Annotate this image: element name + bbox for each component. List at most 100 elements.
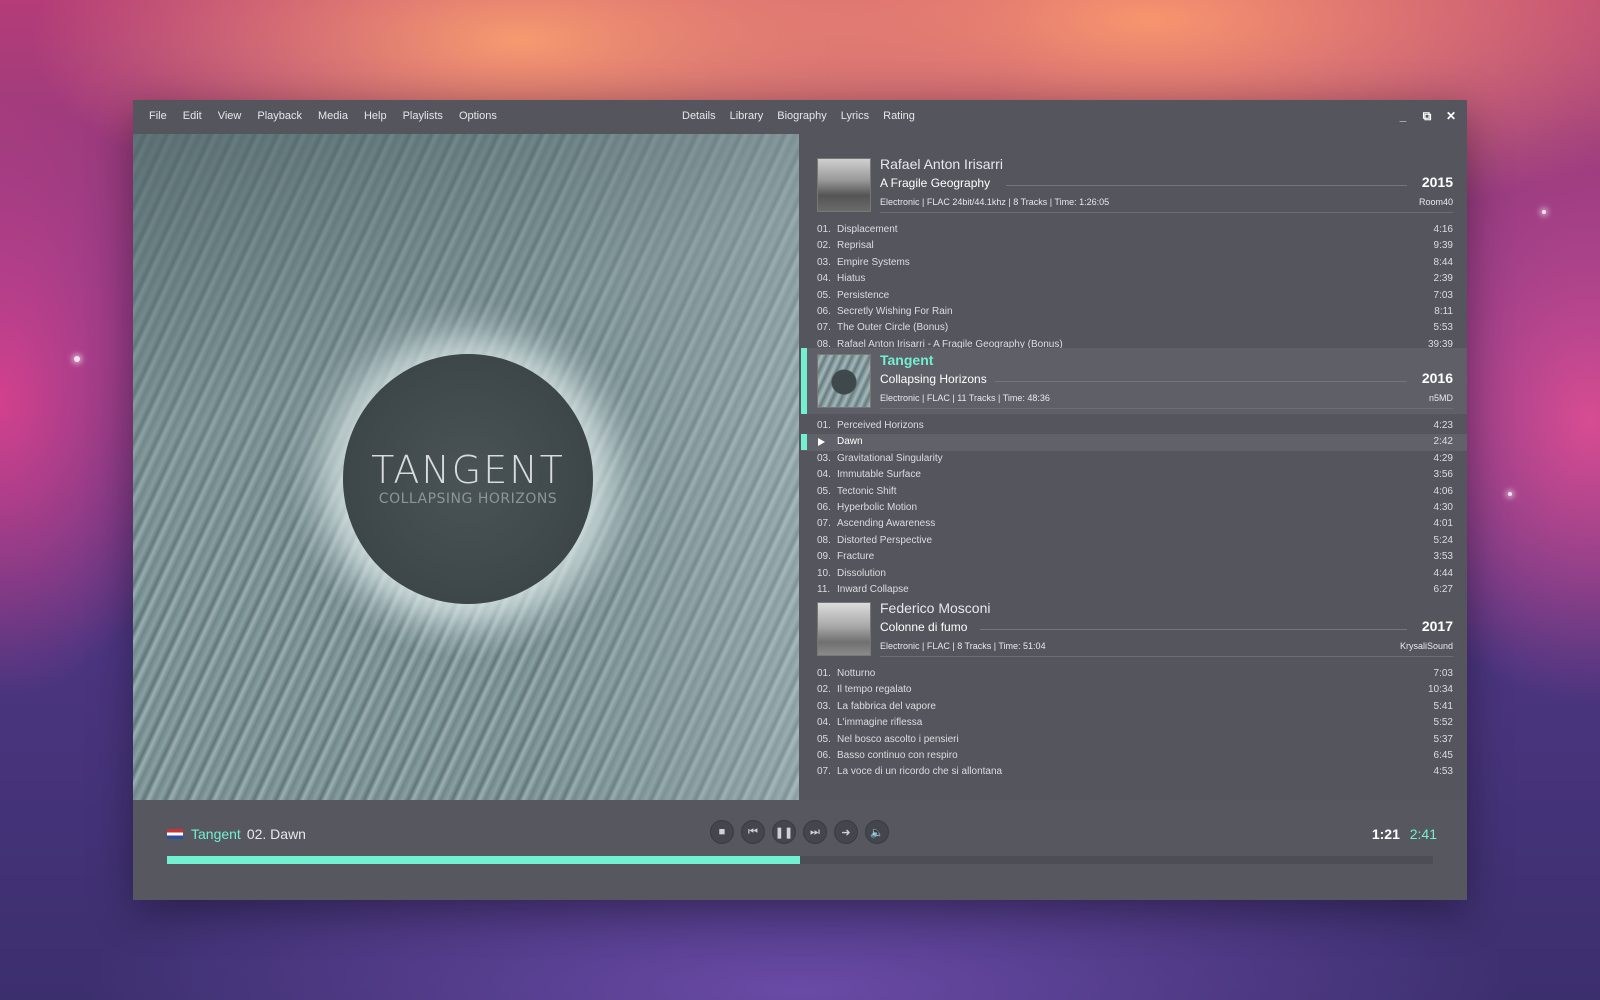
flag-icon [167,829,183,839]
menu-playback[interactable]: Playback [257,110,302,122]
volume-icon: 🔈 [870,826,884,839]
menu-options[interactable]: Options [459,110,497,122]
now-playing-track: 02. Dawn [246,826,306,842]
tab-library[interactable]: Library [730,110,764,122]
tab-biography[interactable]: Biography [777,110,827,122]
album-art: TANGENT COLLAPSING HORIZONS [133,134,799,800]
album-label: KrysaliSound [1399,641,1453,651]
next-icon: ⏭ [810,825,820,838]
track-row[interactable]: 03. La fabbrica del vapore 5:41 [801,699,1467,715]
track-row[interactable]: 05. Persistence 7:03 [801,288,1467,304]
arrow-right-icon: ➜ [841,826,851,839]
main-menu: File Edit View Playback Media Help Playl… [149,100,497,132]
album-title: A Fragile Geography [880,176,991,190]
album-label: n5MD [1428,393,1453,403]
playback-order-button[interactable]: ➜ [834,820,858,844]
track-row[interactable]: 01. Notturno 7:03 [801,666,1467,682]
track-row[interactable]: 08. Distorted Perspective 5:24 [801,533,1467,549]
track-row[interactable]: 01. Displacement 4:16 [801,222,1467,238]
tab-details[interactable]: Details [682,110,716,122]
time-total: 2:41 [1409,826,1437,842]
now-playing: Tangent 02. Dawn [167,826,306,842]
track-row[interactable]: 07. The Outer Circle (Bonus) 5:53 [801,320,1467,336]
album-cover [817,354,871,408]
album-header[interactable]: Rafael Anton Irisarri A Fragile Geograph… [801,154,1467,216]
time-elapsed: 1:21 [1371,826,1400,842]
album-header[interactable]: Federico Mosconi Colonne di fumo 2017 El… [801,598,1467,660]
track-row[interactable]: 10. Dissolution 4:44 [801,566,1467,582]
album-year: 2017 [1421,618,1453,634]
now-playing-artist: Tangent [191,826,241,842]
track-row-playing[interactable]: Dawn 2:42 [801,434,1467,451]
time-display: 1:21 2:41 [1372,826,1437,842]
menu-bar: File Edit View Playback Media Help Playl… [133,100,1467,132]
album-art-subtitle: COLLAPSING HORIZONS [378,491,558,507]
album-cover [817,158,871,212]
track-row[interactable]: 04. Immutable Surface 3:56 [801,467,1467,483]
track-row[interactable]: 05. Nel bosco ascolto i pensieri 5:37 [801,732,1467,748]
playback-controls: ■ ⏮ ❚❚ ⏭ ➜ 🔈 [710,820,889,844]
maximize-icon[interactable]: ⧉ [1421,109,1433,123]
album-label: Room40 [1418,197,1453,207]
track-row[interactable]: 07. La voce di un ricordo che si allontan… [801,764,1467,780]
track-row[interactable]: 06. Secretly Wishing For Rain 8:11 [801,304,1467,320]
view-tabs: Details Library Biography Lyrics Rating [682,100,915,132]
menu-view[interactable]: View [218,110,242,122]
stop-button[interactable]: ■ [710,820,734,844]
next-button[interactable]: ⏭ [803,820,827,844]
close-icon[interactable]: ✕ [1445,109,1457,123]
album-art-circle: TANGENT COLLAPSING HORIZONS [343,354,593,604]
track-row[interactable]: 04. L'immagine riflessa 5:52 [801,715,1467,731]
playlist-panel: Rafael Anton Irisarri A Fragile Geograph… [801,134,1467,800]
track-row[interactable]: 05. Tectonic Shift 4:06 [801,484,1467,500]
track-row[interactable]: 06. Hyperbolic Motion 4:30 [801,500,1467,516]
album-artist: Rafael Anton Irisarri [880,156,1003,172]
track-row[interactable]: 02. Reprisal 9:39 [801,238,1467,254]
volume-button[interactable]: 🔈 [865,820,889,844]
active-album-indicator [801,348,807,414]
previous-button[interactable]: ⏮ [741,820,765,844]
tab-rating[interactable]: Rating [883,110,915,122]
track-row[interactable]: 09. Fracture 3:53 [801,549,1467,565]
album-meta: Electronic | FLAC | 8 Tracks | Time: 51:… [880,641,1046,651]
album-meta: Electronic | FLAC 24bit/44.1khz | 8 Trac… [880,197,1110,207]
tab-lyrics[interactable]: Lyrics [841,110,869,122]
album-art-title: TANGENT [371,448,565,492]
album-year: 2016 [1421,370,1453,386]
track-row[interactable]: 03. Gravitational Singularity 4:29 [801,451,1467,467]
stop-icon: ■ [718,826,726,838]
album-meta: Electronic | FLAC | 11 Tracks | Time: 48… [880,393,1050,403]
transport-bar: Tangent 02. Dawn ■ ⏮ ❚❚ ⏭ ➜ 🔈 1:21 2:41 [133,800,1467,900]
track-row[interactable]: 03. Empire Systems 8:44 [801,255,1467,271]
track-row[interactable]: 07. Ascending Awareness 4:01 [801,516,1467,532]
menu-playlists[interactable]: Playlists [403,110,443,122]
seek-bar-fill [167,856,800,864]
album-artist: Tangent [880,352,934,368]
window-controls: _ ⧉ ✕ [1397,100,1457,132]
play-icon [818,438,825,447]
album-title: Colonne di fumo [880,620,968,634]
album-group-active: Tangent Collapsing Horizons 2016 Electro… [801,348,1467,598]
minimize-icon[interactable]: _ [1397,109,1409,123]
menu-edit[interactable]: Edit [183,110,202,122]
playing-indicator [801,434,807,451]
menu-file[interactable]: File [149,110,167,122]
menu-help[interactable]: Help [364,110,387,122]
track-row[interactable]: 01. Perceived Horizons 4:23 [801,418,1467,434]
pause-button[interactable]: ❚❚ [772,820,796,844]
pause-icon: ❚❚ [774,826,794,839]
menu-media[interactable]: Media [318,110,348,122]
album-year: 2015 [1421,174,1453,190]
track-row[interactable]: 04. Hiatus 2:39 [801,271,1467,287]
track-row[interactable]: 02. Il tempo regalato 10:34 [801,682,1467,698]
album-cover [817,602,871,656]
track-row[interactable]: 06. Basso continuo con respiro 6:45 [801,748,1467,764]
album-group: Federico Mosconi Colonne di fumo 2017 El… [801,598,1467,781]
album-artist: Federico Mosconi [880,600,991,616]
album-header[interactable]: Tangent Collapsing Horizons 2016 Electro… [801,348,1467,414]
seek-bar[interactable] [167,856,1433,864]
track-row[interactable]: 11. Inward Collapse 6:27 [801,582,1467,598]
album-title: Collapsing Horizons [880,372,987,386]
previous-icon: ⏮ [748,825,758,838]
music-player-window: File Edit View Playback Media Help Playl… [133,100,1467,900]
